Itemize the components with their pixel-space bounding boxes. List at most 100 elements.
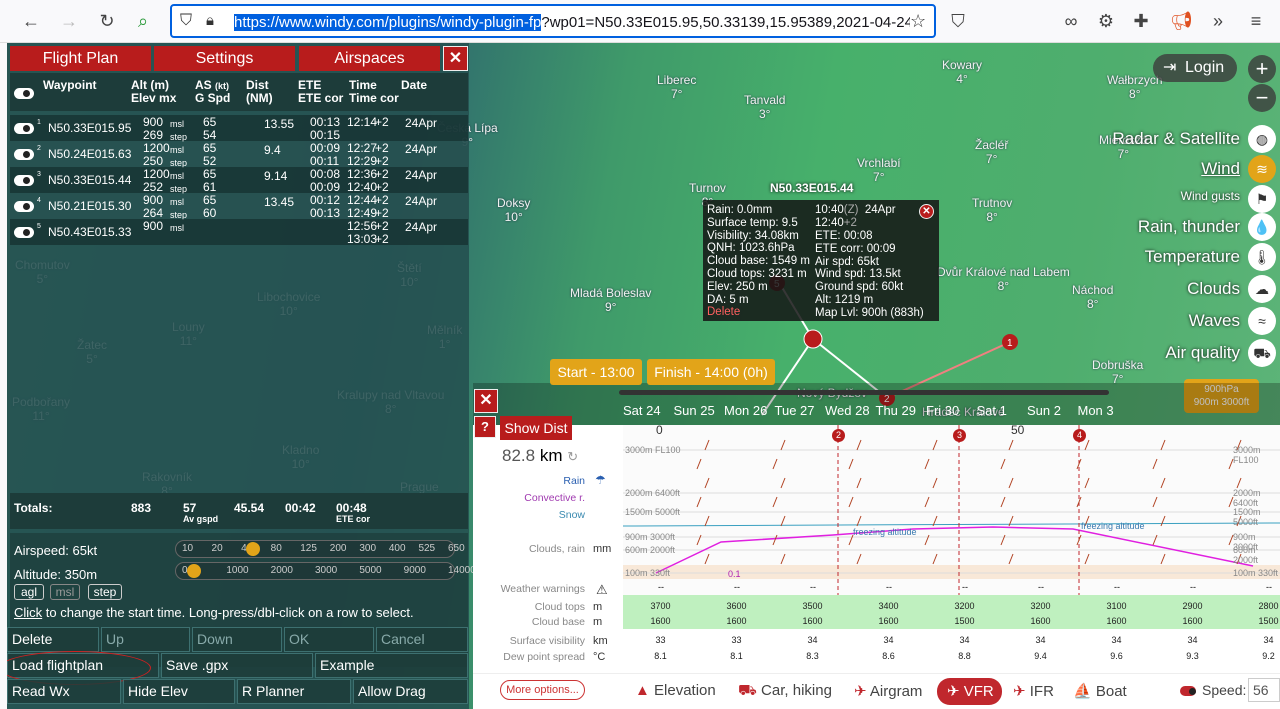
waypoint-toggle[interactable] xyxy=(14,149,34,160)
timeline-track[interactable] xyxy=(619,390,1109,395)
agl-button[interactable]: agl xyxy=(14,584,44,600)
zoom-in-button[interactable]: + xyxy=(1248,55,1276,83)
hint-click[interactable]: Click xyxy=(14,605,42,620)
timeline-day[interactable]: Sun 2 xyxy=(1027,403,1061,418)
reload-icon[interactable]: ↻ xyxy=(96,10,118,32)
warning-cell: -- xyxy=(734,582,740,592)
overflow-chevrons-icon[interactable]: » xyxy=(1207,10,1229,32)
more-options-button[interactable]: More options... xyxy=(500,680,585,700)
speed-input[interactable]: 56 xyxy=(1248,678,1280,702)
all-waypoints-toggle[interactable] xyxy=(14,88,34,99)
totals-as-sub: Av gspd xyxy=(183,514,219,524)
waypoint-row[interactable]: 4 N50.21E015.30 900 msl 264 step 65 60 13.45 00:1… xyxy=(10,193,468,220)
waypoint-row[interactable]: 2 N50.24E015.63 1200 msl 250 step 65 52 9.4 00:09… xyxy=(10,141,468,168)
extensions-puzzle-icon[interactable]: ✚ xyxy=(1130,10,1152,32)
meteogram-close-button[interactable]: ✕ xyxy=(474,389,498,413)
waypoint-row[interactable]: 1 N50.33E015.95 900 msl 269 step 65 54 13.55 00:1… xyxy=(10,115,468,142)
zoom-out-button[interactable]: − xyxy=(1248,84,1276,112)
example-button[interactable]: Example xyxy=(315,653,468,678)
layer-air-quality[interactable]: Air quality xyxy=(1165,343,1240,363)
layer-rain-thunder[interactable]: Rain, thunder xyxy=(1138,217,1240,237)
tab-flight-plan[interactable]: Flight Plan xyxy=(10,46,151,71)
timeline-day[interactable]: Wed 28 xyxy=(825,403,870,418)
back-icon[interactable]: ← xyxy=(20,10,42,32)
tab-airspaces[interactable]: Airspaces xyxy=(299,46,440,71)
pocket-icon[interactable]: ⛉ xyxy=(947,10,969,32)
timeline-day[interactable]: Sat 1 xyxy=(977,403,1007,418)
ifr-tab[interactable]: ✈ IFR xyxy=(1013,682,1054,700)
ok-button[interactable]: OK xyxy=(284,627,374,652)
layer-wind-gusts[interactable]: Wind gusts xyxy=(1181,189,1240,203)
wind-icon[interactable]: ≋ xyxy=(1248,155,1276,183)
elevation-tab[interactable]: ▲ Elevation xyxy=(635,682,716,699)
private-icon[interactable]: ∞ xyxy=(1060,10,1082,32)
slider-thumb[interactable] xyxy=(246,542,261,556)
waves-icon[interactable]: ≈ xyxy=(1248,307,1276,335)
globe-icon[interactable]: ◍ xyxy=(1248,125,1276,153)
login-button[interactable]: ⇥ Login xyxy=(1153,54,1237,82)
megaphone-icon[interactable]: 📢︎ xyxy=(1170,10,1193,32)
forward-icon[interactable]: → xyxy=(58,10,80,32)
thermometer-icon[interactable]: 🌡 xyxy=(1248,243,1276,271)
boat-tab[interactable]: ⛵ Boat xyxy=(1073,682,1127,700)
car-hiking-tab[interactable]: ⛟ Car, hiking xyxy=(738,682,832,701)
url-text[interactable]: https://www.windy.com/plugins/windy-plug… xyxy=(234,14,910,31)
finish-time-bubble[interactable]: Finish - 14:00 (0h) xyxy=(647,359,775,385)
airgram-tab[interactable]: ✈ Airgram xyxy=(854,682,922,700)
show-dist-button[interactable]: Show Dist xyxy=(500,416,572,440)
extension-icon[interactable]: ⌕ xyxy=(132,10,154,32)
layer-waves[interactable]: Waves xyxy=(1189,311,1240,331)
menu-hamburger-icon[interactable]: ≡ xyxy=(1245,10,1267,32)
cloud-icon[interactable]: ☁ xyxy=(1248,275,1276,303)
waypoint-toggle[interactable] xyxy=(14,201,34,212)
popup-delete-link[interactable]: Delete xyxy=(707,306,740,319)
timeline-bar[interactable]: Sat 24 Sun 25 Mon 26 Tue 27 Wed 28 Thu 29 Fri … xyxy=(473,383,1280,425)
down-button[interactable]: Down xyxy=(192,627,282,652)
r-planner-button[interactable]: R Planner xyxy=(237,679,351,704)
timeline-day[interactable]: Sun 25 xyxy=(674,403,715,418)
settings-gear-icon[interactable]: ⚙ xyxy=(1095,10,1117,32)
layer-wind[interactable]: Wind xyxy=(1201,159,1240,179)
waypoint-toggle[interactable] xyxy=(14,123,34,134)
waypoint-row[interactable]: 5 N50.43E015.33 900 msl 12:56 +2 13:03 +2 24Apr xyxy=(10,219,468,245)
timeline-day[interactable]: Sat 24 xyxy=(623,403,661,418)
timeline-day[interactable]: Mon 3 xyxy=(1078,403,1114,418)
car-icon[interactable]: ⛟ xyxy=(1248,339,1276,367)
tab-settings[interactable]: Settings xyxy=(154,46,295,71)
meteo-cell: 1600 xyxy=(802,616,823,626)
speed-toggle[interactable] xyxy=(1180,686,1196,696)
help-button[interactable]: ? xyxy=(474,416,496,438)
step-button[interactable]: step xyxy=(88,584,122,600)
waypoint-row[interactable]: 3 N50.33E015.44 1200 msl 252 step 65 61 9.14 00:0… xyxy=(10,167,468,194)
allow-drag-button[interactable]: Allow Drag xyxy=(353,679,468,704)
msl-button[interactable]: msl xyxy=(50,584,80,600)
cancel-button[interactable]: Cancel xyxy=(376,627,468,652)
altitude-slider[interactable]: 0 1000 2000 3000 5000 9000 14000 xyxy=(175,562,476,580)
vfr-tab[interactable]: ✈ VFR xyxy=(937,678,1002,705)
up-button[interactable]: Up xyxy=(101,627,190,652)
panel-close-button[interactable]: ✕ xyxy=(443,46,468,71)
bookmark-star-icon[interactable]: ☆ xyxy=(910,11,926,32)
popup-close-button[interactable]: ✕ xyxy=(919,204,934,219)
drop-icon[interactable]: 💧 xyxy=(1248,213,1276,241)
timeline-day[interactable]: Thu 29 xyxy=(876,403,916,418)
timeline-day[interactable]: Mon 26 xyxy=(724,403,767,418)
layer-temperature[interactable]: Temperature xyxy=(1145,247,1240,267)
hide-elev-button[interactable]: Hide Elev xyxy=(123,679,235,704)
save-gpx-button[interactable]: Save .gpx xyxy=(161,653,313,678)
flag-icon[interactable]: ⚑ xyxy=(1248,185,1276,213)
start-time-bubble[interactable]: Start - 13:00 xyxy=(550,359,642,385)
warning-cell: -- xyxy=(1266,582,1272,592)
slider-thumb[interactable] xyxy=(186,564,201,578)
layer-clouds[interactable]: Clouds xyxy=(1187,279,1240,299)
waypoint-toggle[interactable] xyxy=(14,227,34,238)
timeline-day[interactable]: Tue 27 xyxy=(775,403,815,418)
waypoint-toggle[interactable] xyxy=(14,175,34,186)
refresh-icon[interactable]: ↻ xyxy=(567,449,578,464)
timeline-day[interactable]: Fri 30 xyxy=(926,403,959,418)
read-wx-button[interactable]: Read Wx xyxy=(7,679,121,704)
layer-radar-satellite[interactable]: Radar & Satellite xyxy=(1112,129,1240,149)
airspeed-slider[interactable]: 10204080125200300400525650 xyxy=(175,540,465,558)
url-bar[interactable]: ⛉ 🔒︎ https://www.windy.com/plugins/windy… xyxy=(170,4,936,38)
delete-button[interactable]: Delete xyxy=(7,627,99,652)
